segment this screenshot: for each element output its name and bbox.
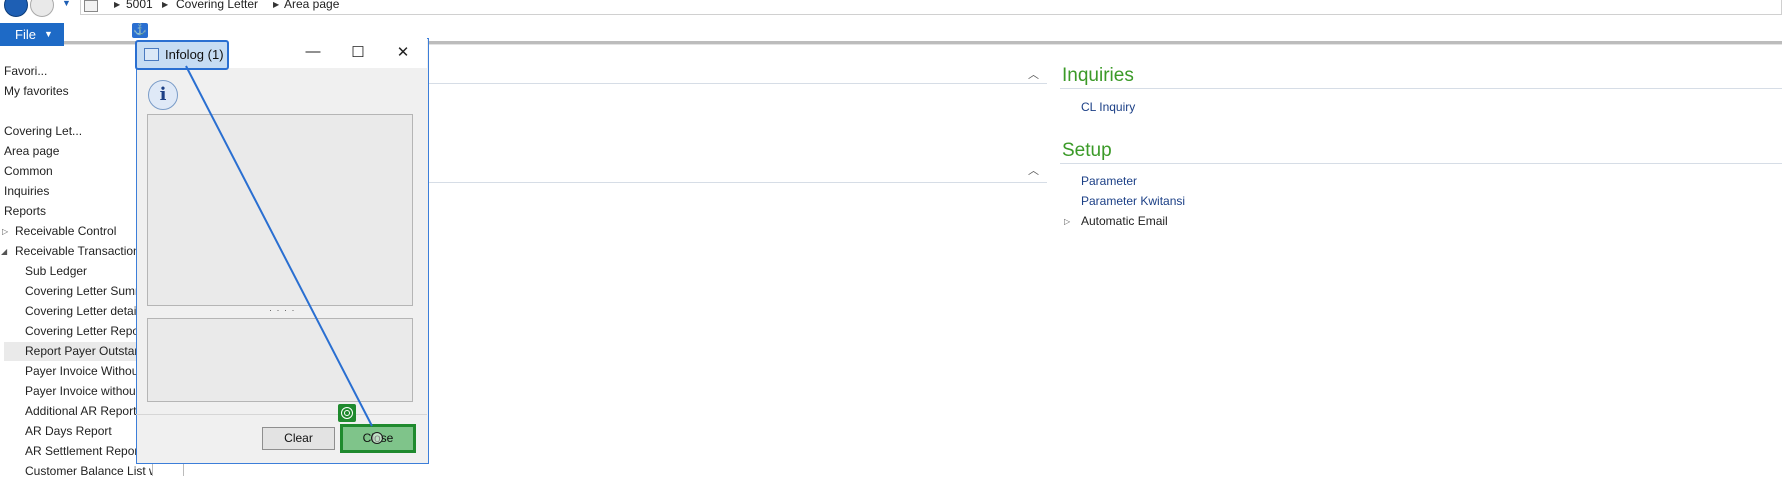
annotation-connector <box>185 65 373 427</box>
connector-line <box>185 65 373 427</box>
